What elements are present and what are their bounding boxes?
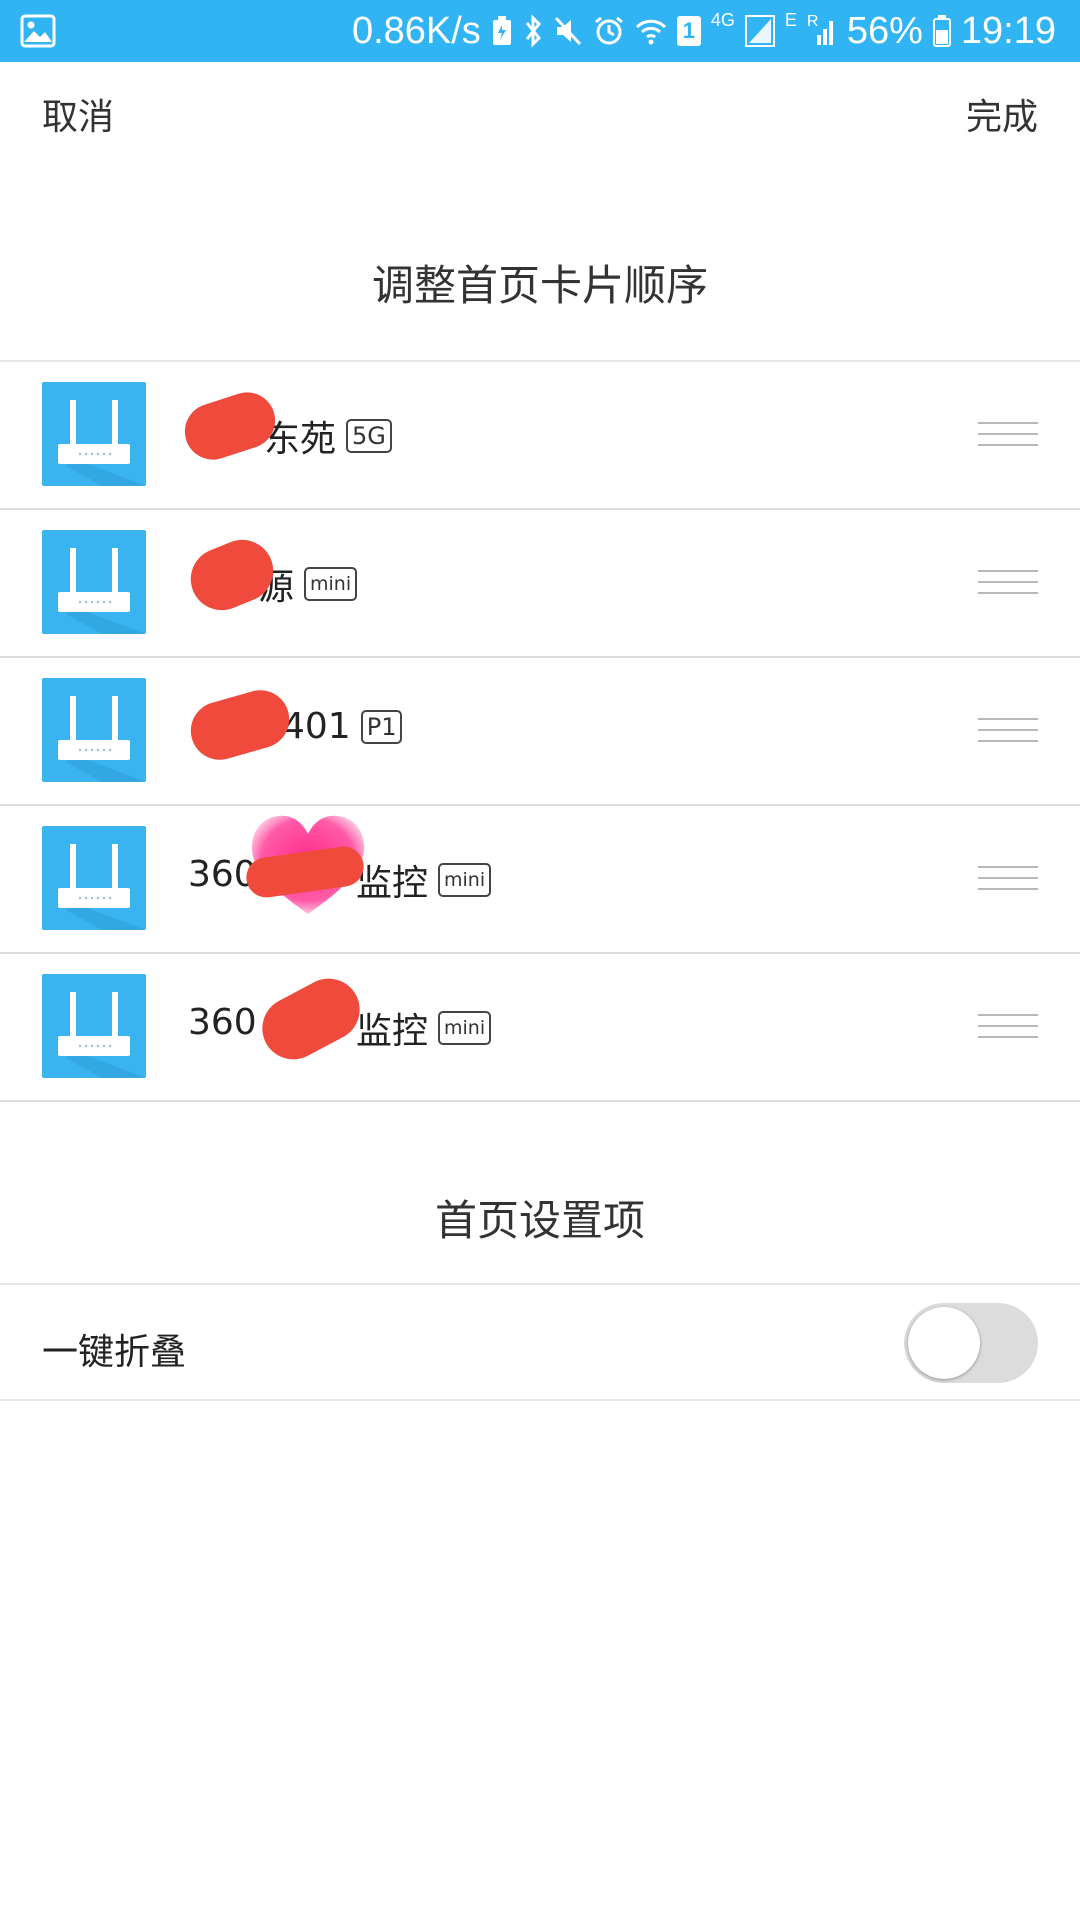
router-icon	[42, 382, 146, 486]
list-item[interactable]: 源 mini	[0, 510, 1080, 658]
drag-handle-icon[interactable]	[978, 422, 1038, 455]
list-item[interactable]: 360 监控 mini	[0, 954, 1080, 1102]
model-badge: P1	[360, 709, 403, 744]
mute-icon	[553, 15, 583, 47]
list-item[interactable]: 360 监控 mini	[0, 806, 1080, 954]
clock: 19:19	[960, 10, 1056, 52]
status-bar: 0.86K/s 1 4G E R 56% 19:19	[0, 0, 1080, 62]
status-icons: 0.86K/s 1 4G E R 56% 19:19	[352, 0, 1056, 62]
router-icon	[42, 678, 146, 782]
settings-item-collapse-all: 一键折叠	[0, 1285, 1080, 1401]
bluetooth-icon	[523, 14, 543, 48]
device-name: 监控 mini	[356, 1002, 492, 1054]
router-icon	[42, 974, 146, 1078]
model-badge: mini	[438, 1011, 492, 1045]
signal-e-icon: R	[807, 13, 837, 47]
section-title-home-settings: 首页设置项	[434, 1196, 645, 1245]
drag-handle-icon[interactable]	[978, 570, 1038, 603]
model-badge: mini	[438, 863, 492, 897]
redaction-scribble	[183, 683, 297, 767]
collapse-toggle[interactable]	[904, 1303, 1038, 1383]
battery-saver-icon	[491, 15, 513, 47]
drag-handle-icon[interactable]	[978, 866, 1038, 899]
redaction-scribble	[251, 967, 371, 1071]
model-badge: 5G	[346, 419, 392, 453]
alarm-icon	[593, 15, 625, 47]
device-name: 东苑 5G	[264, 410, 392, 462]
signal-e-label: E	[784, 10, 797, 30]
list-item[interactable]: 401 P1	[0, 658, 1080, 806]
wifi-icon	[635, 15, 667, 47]
nav-bar: 取消 完成	[0, 62, 1080, 162]
image-icon	[20, 14, 56, 53]
drag-handle-icon[interactable]	[978, 718, 1038, 751]
settings-label: 一键折叠	[42, 1332, 187, 1373]
cancel-button[interactable]: 取消	[42, 88, 114, 140]
network-speed: 0.86K/s	[351, 10, 481, 52]
toggle-knob	[908, 1307, 980, 1379]
router-icon	[42, 826, 146, 930]
model-badge: mini	[304, 567, 358, 601]
battery-percent: 56%	[846, 10, 923, 52]
card-order-list: 东苑 5G 源 mini 401 P1 360 监控 mini 360 监控 m…	[0, 362, 1080, 1102]
sim-1-icon: 1	[676, 16, 701, 46]
signal-4g-label: 4G	[710, 10, 735, 30]
signal-4g-icon	[744, 15, 775, 47]
device-name-prefix: 360	[188, 1002, 257, 1043]
list-item[interactable]: 东苑 5G	[0, 362, 1080, 510]
done-button[interactable]: 完成	[966, 88, 1038, 140]
router-icon	[42, 530, 146, 634]
device-name: 监控 mini	[356, 854, 492, 906]
drag-handle-icon[interactable]	[978, 1014, 1038, 1047]
device-name: 401 P1	[282, 706, 403, 747]
section-title-card-order: 调整首页卡片顺序	[371, 261, 708, 310]
battery-icon	[932, 15, 951, 47]
